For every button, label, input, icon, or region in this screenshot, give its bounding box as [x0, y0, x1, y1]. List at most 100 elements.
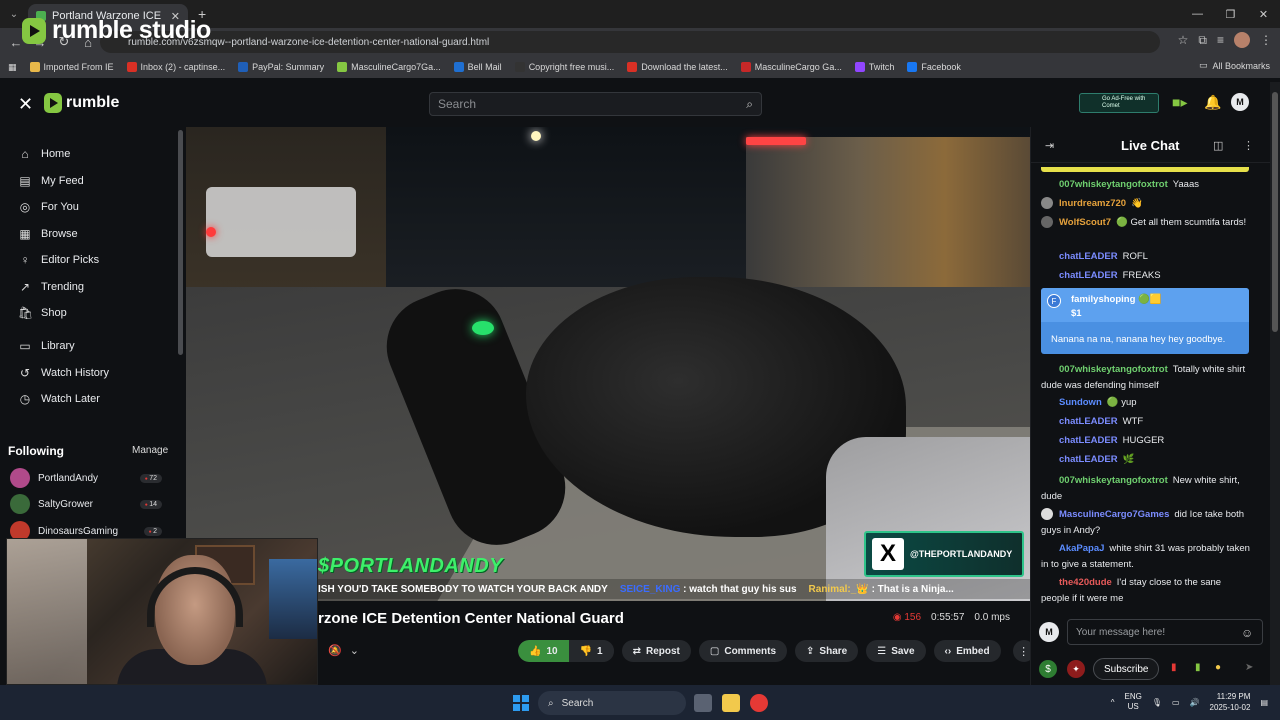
chat-username[interactable]: MasculineCargo7Games — [1059, 509, 1169, 520]
sidebar-item-shop[interactable]: 🛍 Shop — [18, 306, 67, 320]
chat-username[interactable]: the420dude — [1059, 577, 1112, 588]
chrome-icon[interactable] — [750, 694, 768, 712]
repost-button[interactable]: ⇄ Repost — [621, 640, 691, 662]
mute-icon[interactable]: 🔕 — [328, 644, 342, 657]
page-scrollbar[interactable] — [1270, 82, 1280, 685]
windows-start-icon[interactable] — [513, 695, 529, 711]
user-avatar[interactable]: M — [1231, 93, 1249, 111]
sidebar-item-for-you[interactable]: ◎ For You — [18, 200, 79, 214]
share-button[interactable]: ⇪ Share — [795, 640, 859, 662]
dislike-button[interactable]: 👎 1 — [568, 640, 614, 662]
sidebar-item-watch-later[interactable]: ◷ Watch Later — [18, 392, 100, 406]
sidebar-item-home[interactable]: ⌂ Home — [18, 147, 70, 161]
bookmark-item[interactable]: Bell Mail — [453, 62, 502, 72]
sidebar-scrollbar[interactable] — [178, 130, 183, 355]
bookmark-item[interactable]: Facebook — [907, 62, 961, 72]
chat-username[interactable]: 007whiskeytangofoxtrot — [1059, 475, 1168, 486]
bookmark-item[interactable]: Download the latest... — [627, 62, 728, 72]
tray-chevron-icon[interactable]: ^ — [1111, 698, 1115, 707]
gift-icon[interactable]: ✦ — [1067, 660, 1085, 678]
rumble-logo[interactable]: rumble — [44, 93, 119, 113]
notifications-icon[interactable]: ▤ — [1260, 698, 1268, 707]
network-icon[interactable]: ▭ — [1172, 698, 1180, 707]
profile-avatar[interactable] — [1234, 32, 1250, 48]
chat-username[interactable]: chatLEADER — [1059, 251, 1118, 262]
search-input[interactable] — [438, 97, 747, 111]
mute-control[interactable]: 🔕 ⌄ — [328, 644, 359, 657]
bookmark-item[interactable]: Copyright free musi... — [514, 62, 614, 72]
bookmark-star-icon[interactable]: ☆ — [1178, 33, 1189, 47]
sidebar-item-library[interactable]: ▭ Library — [18, 339, 74, 353]
sidebar-item-trending[interactable]: ↗ Trending — [18, 280, 84, 294]
sidebar-item-watch-history[interactable]: ↺ Watch History — [18, 366, 109, 380]
rant-dollar-icon[interactable]: $ — [1039, 660, 1057, 678]
site-header: ✕ rumble ⌕ Go Ad-Free with Comet ■▸ 🔔 M — [0, 82, 1270, 126]
subscribe-button[interactable]: Subscribe — [1093, 658, 1160, 680]
bookmark-label: Facebook — [921, 62, 961, 72]
collapse-chat-icon[interactable]: ⇥ — [1045, 139, 1054, 152]
send-icon[interactable]: ➤ — [1245, 662, 1253, 673]
sidebar-item-browse[interactable]: ▦ Browse — [18, 227, 77, 241]
go-adfree-button[interactable]: Go Ad-Free with Comet — [1079, 93, 1159, 113]
task-view-icon[interactable] — [694, 694, 712, 712]
video-player[interactable]: $PORTLANDANDY X @THEPORTLANDANDY ISH YOU… — [186, 127, 1030, 601]
bookmark-label: Twitch — [868, 62, 895, 72]
chat-menu-icon[interactable]: ⋮ — [1243, 139, 1254, 152]
extensions-icon[interactable]: ⧉ — [1198, 33, 1207, 48]
chat-username[interactable]: 007whiskeytangofoxtrot — [1059, 364, 1168, 375]
chat-username[interactable]: Sundown — [1059, 397, 1102, 408]
sidebar-item-editor-picks[interactable]: ♀ Editor Picks — [18, 253, 100, 267]
chevron-down-icon[interactable]: ⌄ — [350, 644, 359, 657]
manage-following-link[interactable]: Manage — [132, 445, 168, 456]
clock[interactable]: 11:29 PM 2025-10-02 — [1210, 691, 1251, 713]
bookmark-item[interactable]: MasculineCargo Ga... — [740, 62, 842, 72]
chat-username[interactable]: chatLEADER — [1059, 416, 1118, 427]
chat-username[interactable]: WolfScout7 — [1059, 217, 1111, 228]
chat-username[interactable]: chatLEADER — [1059, 454, 1118, 465]
emoji-icon[interactable]: ☺ — [1241, 626, 1253, 640]
apps-grid-icon[interactable]: ▦ — [8, 62, 17, 73]
page-scrollbar-thumb[interactable] — [1272, 92, 1278, 332]
maximize-icon[interactable]: ❐ — [1214, 0, 1247, 28]
search-icon[interactable]: ⌕ — [746, 97, 753, 112]
media-control-icon[interactable]: ≡ — [1217, 33, 1224, 47]
save-button[interactable]: ☰ Save — [866, 640, 926, 662]
popout-chat-icon[interactable]: ◫ — [1213, 139, 1223, 152]
chat-username[interactable]: 007whiskeytangofoxtrot — [1059, 179, 1168, 190]
sidebar-item-my-feed[interactable]: ▤ My Feed — [18, 174, 83, 188]
all-bookmarks[interactable]: ▭ All Bookmarks — [1199, 60, 1270, 71]
emote-icon[interactable]: ▮ — [1171, 662, 1177, 673]
notifications-bell-icon[interactable]: 🔔 — [1204, 94, 1221, 111]
sidebar-close-icon[interactable]: ✕ — [18, 94, 33, 115]
chat-username[interactable]: chatLEADER — [1059, 270, 1118, 281]
sidebar-item-icon: ↗ — [19, 280, 31, 294]
browser-menu-icon[interactable]: ⋮ — [1260, 33, 1272, 47]
chat-message: the420dude I'd stay close to the sane peo… — [1041, 575, 1251, 607]
bookmark-item[interactable]: Imported From IE — [29, 62, 114, 72]
taskbar-search[interactable]: ⌕ Search — [538, 691, 686, 715]
bookmark-item[interactable]: PayPal: Summary — [238, 62, 324, 72]
window-close-icon[interactable]: ✕ — [1247, 0, 1280, 28]
bookmark-item[interactable]: MasculineCargo7Ga... — [337, 62, 441, 72]
like-button[interactable]: 👍 10 — [518, 640, 569, 662]
bookmark-item[interactable]: Twitch — [854, 62, 895, 72]
url-field[interactable]: rumble.com/v6zsmqw--portland-warzone-ice… — [100, 31, 1160, 53]
comments-button[interactable]: ▢ Comments — [698, 640, 788, 662]
chat-message-input[interactable] — [1067, 619, 1263, 645]
bookmark-item[interactable]: Inbox (2) - captinse... — [126, 62, 225, 72]
minimize-icon[interactable]: — — [1181, 0, 1214, 28]
chat-username[interactable]: lnurdreamz720 — [1059, 198, 1126, 209]
emote-icon[interactable]: ▮ — [1195, 662, 1201, 673]
embed-button[interactable]: ‹› Embed — [933, 640, 1001, 662]
chat-username[interactable]: chatLEADER — [1059, 435, 1118, 446]
language-indicator[interactable]: ENG US — [1124, 692, 1141, 712]
volume-icon[interactable]: 🔊 — [1190, 698, 1200, 707]
following-channel[interactable]: SaltyGrower 14 — [10, 494, 162, 514]
following-channel[interactable]: PortlandAndy 72 — [10, 468, 162, 488]
go-live-icon[interactable]: ■▸ — [1172, 94, 1187, 111]
microphone-icon[interactable]: 🎙 — [1152, 698, 1162, 707]
rant-user[interactable]: familyshoping 🟢🟨 — [1071, 294, 1162, 305]
emote-icon[interactable]: ● — [1215, 662, 1221, 673]
file-explorer-icon[interactable] — [722, 694, 740, 712]
chat-username[interactable]: AkaPapaJ — [1059, 543, 1104, 554]
